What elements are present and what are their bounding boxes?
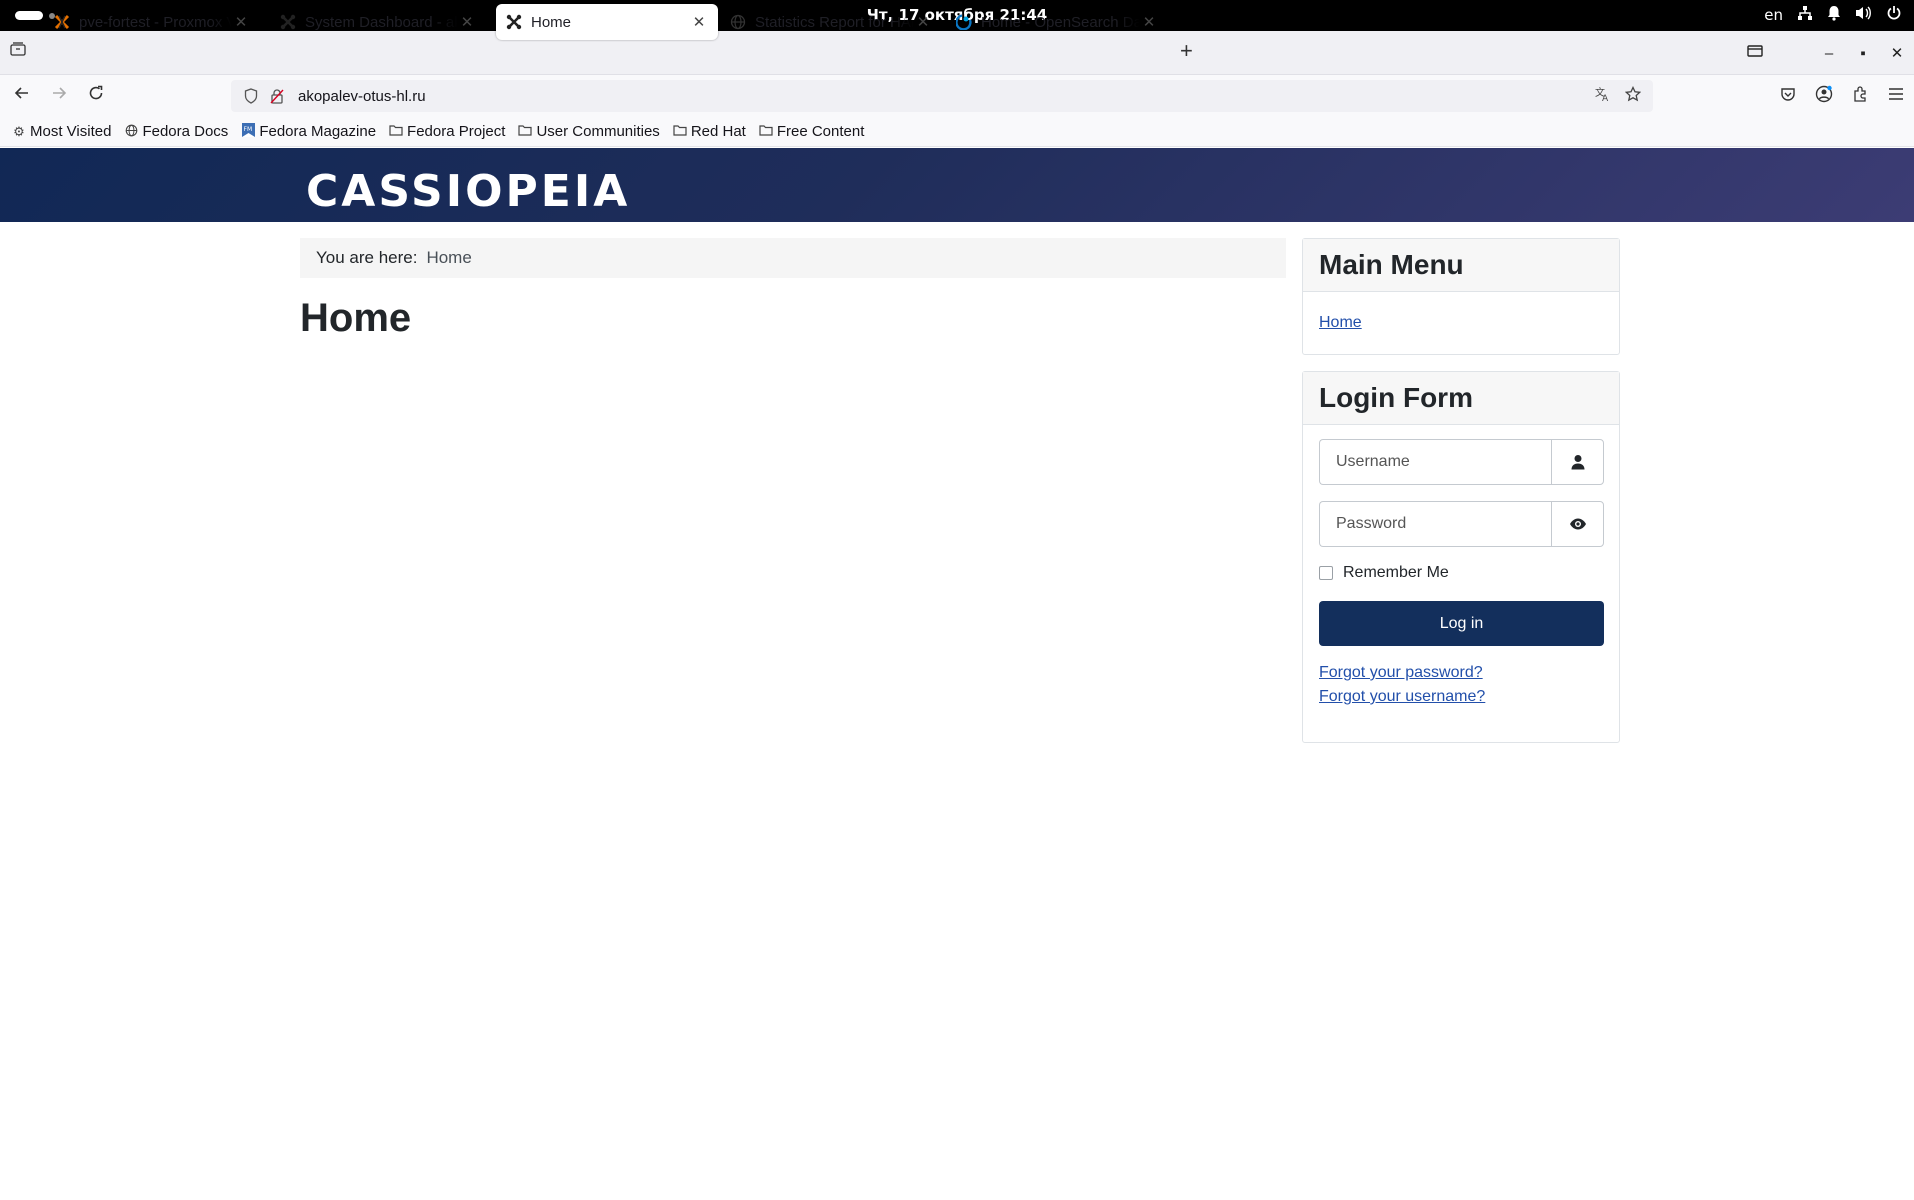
username-group bbox=[1319, 439, 1604, 485]
tab-home[interactable]: Home ✕ bbox=[496, 4, 718, 40]
close-window-icon[interactable]: ✕ bbox=[1880, 44, 1914, 62]
login-button[interactable]: Log in bbox=[1319, 601, 1604, 646]
tab-list-icon[interactable] bbox=[10, 42, 26, 61]
globe-icon bbox=[730, 14, 746, 30]
power-icon[interactable] bbox=[1886, 5, 1902, 25]
page-title: Home bbox=[300, 296, 412, 340]
bookmarks-toolbar: ⚙ Most Visited Fedora Docs FM Fedora Mag… bbox=[0, 117, 1914, 147]
site-header: CASSIOPEIA bbox=[0, 148, 1914, 222]
reload-icon[interactable] bbox=[88, 85, 104, 106]
main-menu-module: Main Menu Home bbox=[1302, 238, 1620, 355]
bookmark-fedora-project[interactable]: Fedora Project bbox=[389, 123, 505, 140]
extensions-icon[interactable] bbox=[1842, 85, 1878, 107]
eye-icon[interactable] bbox=[1551, 501, 1604, 547]
remember-me[interactable]: Remember Me bbox=[1319, 564, 1449, 582]
network-icon[interactable] bbox=[1797, 5, 1813, 25]
translate-icon[interactable]: 文A bbox=[1595, 86, 1611, 107]
insecure-lock-icon[interactable] bbox=[269, 88, 285, 104]
breadcrumb: You are here: Home bbox=[300, 238, 1286, 278]
tab-title: Statistics Report for HAProxy bbox=[755, 13, 914, 31]
main-menu-title: Main Menu bbox=[1303, 239, 1619, 292]
breadcrumb-prefix: You are here: bbox=[316, 248, 418, 267]
window-controls: – ▪ ✕ bbox=[1738, 31, 1914, 75]
proxmox-icon bbox=[54, 14, 70, 30]
folder-icon bbox=[389, 124, 403, 139]
remember-me-checkbox[interactable] bbox=[1319, 566, 1333, 580]
bookmark-red-hat[interactable]: Red Hat bbox=[673, 123, 746, 140]
joomla-icon bbox=[506, 14, 522, 30]
tab-title: pve-fortest - Proxmox Virtual Environmen… bbox=[79, 13, 232, 31]
url-text[interactable]: akopalev-otus-hl.ru bbox=[298, 88, 426, 105]
bookmark-label: Most Visited bbox=[30, 123, 112, 140]
forgot-password-link[interactable]: Forgot your password? bbox=[1319, 664, 1483, 682]
minimize-icon[interactable]: – bbox=[1812, 45, 1846, 62]
close-icon[interactable]: ✕ bbox=[914, 13, 932, 31]
bookmark-fedora-magazine[interactable]: FM Fedora Magazine bbox=[241, 123, 376, 140]
tab-proxmox[interactable]: pve-fortest - Proxmox Virtual Environmen… bbox=[44, 4, 260, 40]
shield-icon[interactable] bbox=[243, 88, 259, 104]
tab-overview-icon[interactable] bbox=[1738, 44, 1772, 62]
close-icon[interactable]: ✕ bbox=[1140, 13, 1158, 31]
hamburger-menu-icon[interactable] bbox=[1878, 87, 1914, 106]
folder-icon bbox=[673, 124, 687, 139]
gear-icon: ⚙ bbox=[13, 123, 25, 139]
tab-title: Home - OpenSearch Dashboards bbox=[981, 13, 1140, 31]
opensearch-icon bbox=[956, 14, 972, 30]
close-icon[interactable]: ✕ bbox=[458, 13, 476, 31]
login-form-title: Login Form bbox=[1303, 372, 1619, 425]
fedora-magazine-icon: FM bbox=[241, 123, 255, 140]
close-icon[interactable]: ✕ bbox=[232, 13, 250, 31]
back-arrow-icon[interactable] bbox=[14, 85, 30, 106]
bookmark-free-content[interactable]: Free Content bbox=[759, 123, 865, 140]
menu-item-home[interactable]: Home bbox=[1319, 314, 1362, 331]
pocket-icon[interactable] bbox=[1770, 86, 1806, 107]
user-icon bbox=[1551, 439, 1604, 485]
forward-arrow-icon[interactable] bbox=[51, 85, 67, 106]
maximize-icon[interactable]: ▪ bbox=[1846, 45, 1880, 62]
tab-haproxy-stats[interactable]: Statistics Report for HAProxy ✕ bbox=[720, 4, 942, 40]
login-form-module: Login Form Remember Me Log in Forgot you… bbox=[1302, 371, 1620, 743]
joomla-icon bbox=[280, 14, 296, 30]
bookmark-star-icon[interactable] bbox=[1624, 85, 1642, 107]
svg-text:FM: FM bbox=[243, 126, 252, 133]
notification-bell-icon[interactable] bbox=[1827, 5, 1841, 25]
navigation-toolbar: akopalev-otus-hl.ru 文A bbox=[0, 75, 1914, 117]
remember-me-label: Remember Me bbox=[1343, 564, 1449, 581]
folder-icon bbox=[518, 124, 533, 139]
breadcrumb-item-home: Home bbox=[426, 248, 472, 267]
close-icon[interactable]: ✕ bbox=[690, 13, 708, 31]
bookmark-user-communities[interactable]: User Communities bbox=[518, 123, 660, 140]
bookmark-most-visited[interactable]: ⚙ Most Visited bbox=[12, 123, 111, 140]
bookmark-label: Fedora Magazine bbox=[259, 123, 377, 140]
svg-text:A: A bbox=[1602, 94, 1609, 102]
keyboard-language[interactable]: en bbox=[1764, 6, 1783, 24]
bookmark-label: Red Hat bbox=[690, 123, 746, 140]
volume-icon[interactable] bbox=[1855, 5, 1872, 25]
bookmark-label: Free Content bbox=[776, 123, 865, 140]
bookmark-label: User Communities bbox=[536, 123, 660, 140]
password-input[interactable] bbox=[1319, 501, 1551, 547]
globe-icon bbox=[124, 124, 138, 140]
tab-title: Home bbox=[531, 13, 572, 31]
new-tab-button[interactable]: + bbox=[1180, 38, 1193, 64]
account-icon[interactable] bbox=[1806, 85, 1842, 108]
bookmark-label: Fedora Project bbox=[407, 123, 506, 140]
address-bar[interactable]: akopalev-otus-hl.ru 文A bbox=[231, 80, 1653, 112]
tab-system-dashboard[interactable]: System Dashboard - akopalev-otus-hl.ru ✕ bbox=[270, 4, 486, 40]
toolbar-right bbox=[1770, 75, 1914, 117]
bookmark-label: Fedora Docs bbox=[142, 123, 229, 140]
tab-opensearch[interactable]: Home - OpenSearch Dashboards ✕ bbox=[946, 4, 1168, 40]
folder-icon bbox=[759, 124, 773, 139]
tab-title: System Dashboard - akopalev-otus-hl.ru bbox=[305, 13, 458, 31]
forgot-username-link[interactable]: Forgot your username? bbox=[1319, 688, 1485, 706]
bookmark-fedora-docs[interactable]: Fedora Docs bbox=[124, 123, 228, 140]
password-group bbox=[1319, 501, 1604, 547]
username-input[interactable] bbox=[1319, 439, 1551, 485]
system-tray[interactable]: en bbox=[1764, 5, 1902, 25]
site-brand-logo[interactable]: CASSIOPEIA bbox=[306, 166, 630, 217]
